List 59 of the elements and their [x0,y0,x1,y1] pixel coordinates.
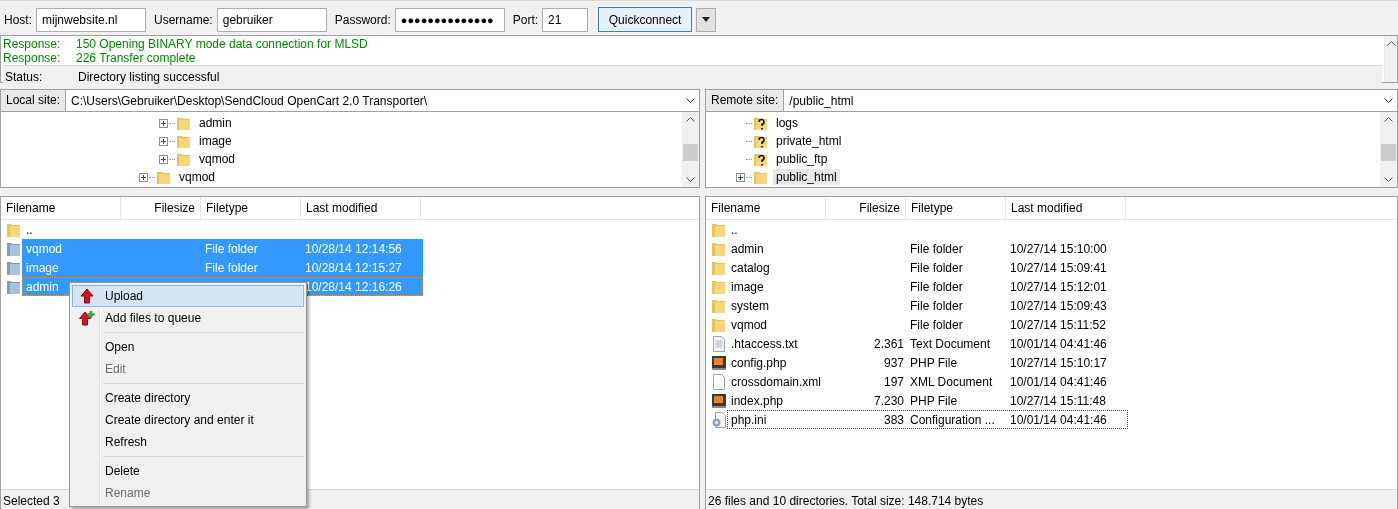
table-cell-text: File folder [204,260,259,276]
table-cell-text: index.php [730,393,785,409]
status-text: Selected 3 [3,494,60,508]
table-cell-text: 10/28/14 12:16:26 [304,279,403,295]
log-label: Status: [5,69,44,86]
table-cell-text: 10/27/14 15:12:01 [1009,279,1108,295]
table-cell-text: admin [730,241,765,257]
log-message: 150 Opening BINARY mode data connection for MLSD [76,37,368,51]
table-cell-text: 2.361 [872,336,905,352]
table-cell-text: .. [730,222,739,238]
table-cell-text: 10/27/14 15:10:00 [1009,241,1108,257]
table-cell-text: config.php [730,355,788,371]
table-cell-text: 10/01/14 04:41:46 [1009,336,1108,352]
log-message: 226 Transfer complete [76,51,196,65]
table-cell-text: 7.230 [872,393,905,409]
table-cell-text: 937 [882,355,905,371]
table-cell-text: .. [25,222,34,238]
table-cell-text: php.ini [730,412,768,428]
table-cell-text: 10/27/14 15:10:17 [1009,355,1108,371]
field-label: Username: [154,12,213,27]
table-cell-text: 383 [882,412,905,428]
table-cell-text: File folder [909,260,964,276]
field-label: Host: [4,12,32,27]
table-cell-text: File folder [909,298,964,314]
table-cell-text: vqmod [730,317,769,333]
status-text: 26 files and 10 directories. Total size: 148.714 bytes [708,494,984,508]
table-cell-text: crossdomain.xml [730,374,823,390]
table-cell-text: 197 [882,374,905,390]
table-cell-text: Configuration ... [909,412,996,428]
table-cell-text: File folder [909,279,964,295]
table-cell-text: File folder [909,317,964,333]
table-cell-text: 10/27/14 15:09:43 [1009,298,1108,314]
log-label: Response: [3,51,62,65]
table-cell-text: image [25,260,60,276]
table-cell-text: File folder [909,241,964,257]
table-cell-text: system [730,298,770,314]
site-label: Local site: [1,90,67,111]
table-cell-text: catalog [730,260,771,276]
table-cell-text: 10/27/14 15:11:52 [1009,317,1107,333]
table-cell-text: 10/28/14 12:15:27 [304,260,403,276]
field-label: Password: [334,12,391,27]
field-label: Port: [512,12,539,27]
table-cell-text: File folder [204,241,259,257]
table-cell-text: .htaccess.txt [730,336,799,352]
table-cell-text: Text Document [909,336,992,352]
site-label: Remote site: [706,90,785,111]
table-cell-text: XML Document [909,374,994,390]
table-cell-text: 10/27/14 15:09:41 [1009,260,1108,276]
table-cell-text: admin [25,279,60,295]
table-cell-text: 10/01/14 04:41:46 [1009,412,1108,428]
table-cell-text: 10/01/14 04:41:46 [1009,374,1108,390]
log-message: Directory listing successful [78,69,220,86]
table-cell-text: PHP File [909,393,959,409]
log-label: Response: [3,37,62,51]
table-cell-text: PHP File [909,355,959,371]
table-cell-text: 10/27/14 15:11:48 [1009,393,1107,409]
table-cell-text: vqmod [25,241,64,257]
table-cell-text: 10/28/14 12:14:56 [304,241,403,257]
table-cell-text: image [730,279,765,295]
